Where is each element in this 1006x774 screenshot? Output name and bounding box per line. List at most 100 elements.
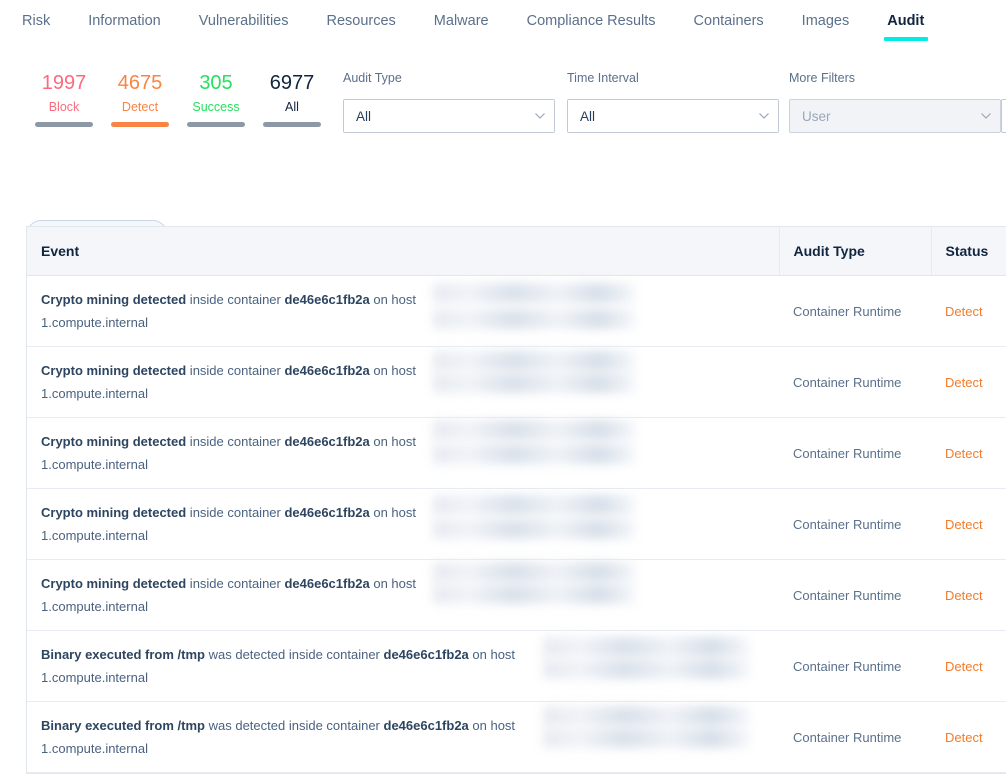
tab-label: Containers <box>693 13 764 29</box>
event-suffix: on host <box>468 647 516 662</box>
column-header-audit-type[interactable]: Audit Type <box>779 227 932 276</box>
event-mid: inside container <box>186 434 285 449</box>
event-container: de46e6c1fb2a <box>284 292 370 307</box>
filter-audit-type-value: All <box>356 108 372 124</box>
cell-status: Detect <box>931 346 1006 418</box>
cell-audit-type: Container Runtime <box>779 346 931 418</box>
event-prefix: Crypto mining detected <box>41 434 187 449</box>
event-prefix: Binary executed from /tmp <box>41 647 205 662</box>
event-container: de46e6c1fb2a <box>284 363 370 378</box>
tab-label: Images <box>801 13 850 29</box>
stat-indicator-bar <box>35 122 93 127</box>
cell-event: Binary executed from /tmp was detected i… <box>27 701 779 773</box>
stat-block[interactable]: 1997 Block <box>26 70 102 127</box>
stat-count: 6977 <box>269 72 315 94</box>
table-row[interactable]: Crypto mining detected inside container … <box>27 559 1006 631</box>
stat-count: 305 <box>199 72 233 94</box>
column-header-status[interactable]: Status <box>931 227 1006 276</box>
tab-vulnerabilities[interactable]: Vulnerabilities <box>199 0 289 30</box>
cell-event: Crypto mining detected inside container … <box>27 275 779 347</box>
filter-more-filters: More Filters User <box>789 70 1001 133</box>
tab-information[interactable]: Information <box>88 0 161 30</box>
stat-success[interactable]: 305 Success <box>178 70 254 127</box>
tab-malware[interactable]: Malware <box>434 0 489 30</box>
stat-count: 4675 <box>117 72 163 94</box>
event-description: Binary executed from /tmp was detected i… <box>41 643 561 689</box>
table-row[interactable]: Crypto mining detected inside container … <box>27 417 1006 489</box>
cell-audit-type: Container Runtime <box>779 275 931 347</box>
cell-status: Detect <box>931 701 1006 773</box>
filter-audit-type-label: Audit Type <box>343 71 402 85</box>
stat-label: Block <box>48 100 80 114</box>
event-container: de46e6c1fb2a <box>383 647 469 662</box>
filter-overflow-clipped-select[interactable] <box>1001 99 1006 133</box>
audit-events-table: Event Audit Type Status Crypto mining de… <box>26 226 1006 774</box>
chevron-down-icon <box>759 113 769 119</box>
event-mid: inside container <box>186 505 285 520</box>
tab-label: Compliance Results <box>526 13 656 29</box>
event-mid: was detected inside container <box>205 647 384 662</box>
cell-event: Binary executed from /tmp was detected i… <box>27 630 779 702</box>
stat-all[interactable]: 6977 All <box>254 70 330 127</box>
table-row[interactable]: Binary executed from /tmp was detected i… <box>27 701 1006 773</box>
filter-audit-type-select[interactable]: All <box>343 99 555 133</box>
event-prefix: Crypto mining detected <box>41 292 187 307</box>
tab-audit[interactable]: Audit <box>883 0 928 42</box>
tab-label: Information <box>88 13 161 29</box>
event-line2: 1.compute.internal <box>41 315 148 330</box>
tab-compliance-results[interactable]: Compliance Results <box>527 0 656 30</box>
redacted-hostname-block <box>543 659 749 679</box>
event-prefix: Crypto mining detected <box>41 576 187 591</box>
filter-time-interval: Time Interval All <box>567 70 779 133</box>
event-prefix: Binary executed from /tmp <box>41 718 205 733</box>
event-mid: inside container <box>186 292 285 307</box>
filter-more-filters-value: User <box>802 108 831 124</box>
event-description: Crypto mining detected inside container … <box>41 501 561 547</box>
event-line2: 1.compute.internal <box>41 741 148 756</box>
cell-audit-type: Container Runtime <box>779 559 931 631</box>
event-mid: inside container <box>186 363 285 378</box>
table-row[interactable]: Binary executed from /tmp was detected i… <box>27 630 1006 702</box>
event-container: de46e6c1fb2a <box>284 434 370 449</box>
cell-audit-type: Container Runtime <box>779 488 931 560</box>
event-description: Crypto mining detected inside container … <box>41 572 561 618</box>
filter-time-interval-select[interactable]: All <box>567 99 779 133</box>
redacted-hostname-block <box>543 728 749 748</box>
event-suffix: on host <box>369 576 417 591</box>
filters-toolbar: 1997 Block 4675 Detect 305 Success 6977 All Aud… <box>0 70 1006 251</box>
tab-risk[interactable]: Risk <box>22 0 50 30</box>
cell-event: Crypto mining detected inside container … <box>27 488 779 560</box>
stat-indicator-bar <box>187 122 245 127</box>
table-header-row: Event Audit Type Status <box>27 227 1006 276</box>
stat-detect[interactable]: 4675 Detect <box>102 70 178 127</box>
stat-label: Detect <box>121 100 159 114</box>
cell-audit-type: Container Runtime <box>779 630 931 702</box>
tab-images[interactable]: Images <box>802 0 850 30</box>
table-row[interactable]: Crypto mining detected inside container … <box>27 488 1006 560</box>
event-line2: 1.compute.internal <box>41 386 148 401</box>
stat-indicator-bar <box>263 122 321 127</box>
table-row[interactable]: Crypto mining detected inside container … <box>27 346 1006 418</box>
tab-containers[interactable]: Containers <box>694 0 764 30</box>
redacted-hostname-block <box>543 637 749 657</box>
tab-resources[interactable]: Resources <box>326 0 395 30</box>
tab-label: Audit <box>887 13 925 29</box>
column-header-event[interactable]: Event <box>27 227 780 276</box>
event-suffix: on host <box>369 434 417 449</box>
filter-more-filters-select[interactable]: User <box>789 99 1001 133</box>
event-mid: inside container <box>186 576 285 591</box>
cell-status: Detect <box>931 275 1006 347</box>
event-description: Crypto mining detected inside container … <box>41 288 561 334</box>
event-line2: 1.compute.internal <box>41 599 148 614</box>
event-mid: was detected inside container <box>205 718 384 733</box>
event-description: Binary executed from /tmp was detected i… <box>41 714 561 760</box>
event-line2: 1.compute.internal <box>41 528 148 543</box>
stat-indicator-bar <box>111 122 169 127</box>
cell-event: Crypto mining detected inside container … <box>27 346 779 418</box>
status-summary-stats: 1997 Block 4675 Detect 305 Success 6977 All <box>26 70 330 127</box>
cell-audit-type: Container Runtime <box>779 701 931 773</box>
event-suffix: on host <box>369 292 417 307</box>
event-description: Crypto mining detected inside container … <box>41 359 561 405</box>
event-container: de46e6c1fb2a <box>383 718 469 733</box>
table-row[interactable]: Crypto mining detected inside container … <box>27 275 1006 347</box>
